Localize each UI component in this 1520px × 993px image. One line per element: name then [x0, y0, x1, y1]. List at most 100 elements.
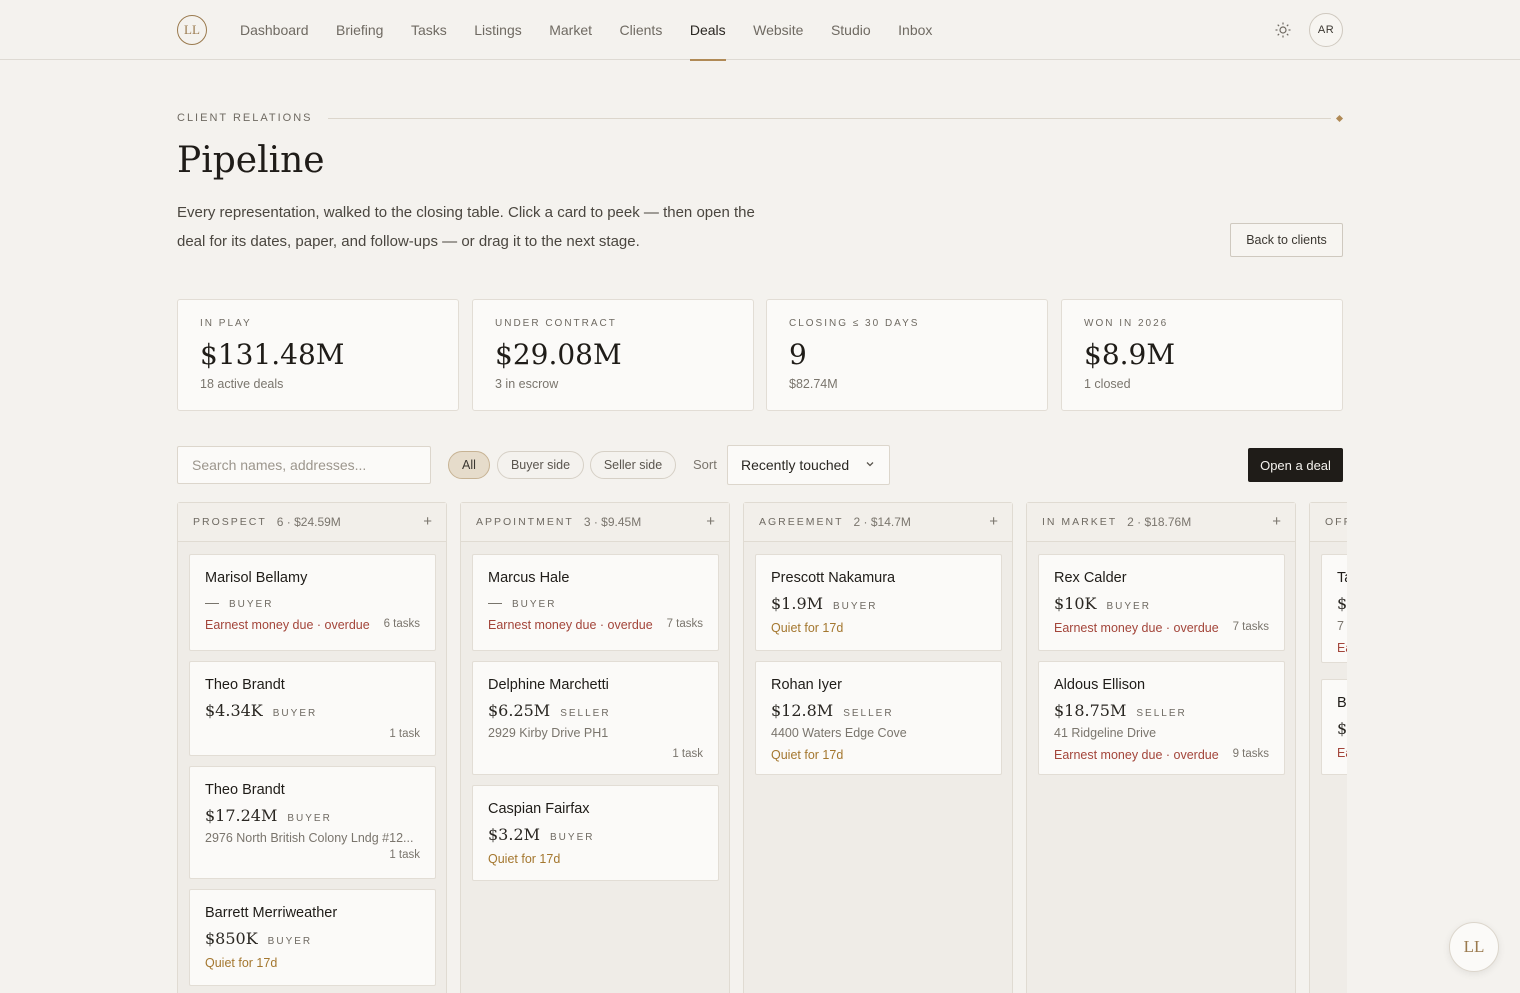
nav-item-dashboard[interactable]: Dashboard [240, 0, 309, 60]
nav-item-listings[interactable]: Listings [474, 0, 521, 60]
eyebrow-divider [328, 118, 1331, 119]
kpi-subtext: 1 closed [1084, 377, 1131, 391]
filter-chip-buyer-side[interactable]: Buyer side [497, 451, 584, 479]
deal-card[interactable]: Theo Brandt $4.34K BUYER 1 task [189, 661, 436, 756]
page-title: Pipeline [177, 140, 325, 181]
sun-icon[interactable] [1272, 19, 1294, 41]
sort-label: Sort [693, 457, 717, 472]
card-alert: Ea [1337, 746, 1347, 760]
nav-item-clients[interactable]: Clients [620, 0, 663, 60]
card-client-name: Rohan Iyer [771, 677, 842, 693]
card-task-count: 9 tasks [1232, 748, 1269, 760]
filter-chip-all[interactable]: All [448, 451, 490, 479]
back-to-clients-button[interactable]: Back to clients [1230, 223, 1343, 257]
column-name: OFF [1325, 516, 1347, 528]
card-client-name: Prescott Nakamura [771, 570, 896, 586]
card-task-count: 1 task [672, 748, 703, 760]
add-card-button[interactable]: + [706, 514, 715, 530]
card-side: BUYER [1106, 601, 1151, 612]
sort-select[interactable]: Recently touched [727, 445, 890, 485]
nav-item-inbox[interactable]: Inbox [898, 0, 932, 60]
card-alert: Ea [1337, 641, 1347, 655]
nav-item-website[interactable]: Website [753, 0, 803, 60]
brand-logo-text: LL [184, 22, 200, 37]
card-address: 2976 North British Colony Lndg #12... [205, 831, 414, 845]
pipeline-board: PROSPECT 6 · $24.59M + Marisol Bellamy —… [177, 502, 1347, 993]
card-side: BUYER [272, 708, 318, 719]
column-header: APPOINTMENT 3 · $9.45M + [461, 503, 729, 542]
nav-item-deals[interactable]: Deals [689, 0, 726, 61]
card-price: $850K [205, 929, 258, 948]
card-price: — [205, 594, 219, 610]
card-price: $4.34K [205, 701, 263, 720]
kpi-label: UNDER CONTRACT [495, 318, 617, 329]
card-address: 2929 Kirby Drive PH1 [488, 726, 609, 740]
open-deal-button[interactable]: Open a deal [1248, 448, 1343, 482]
kpi-label: IN PLAY [200, 318, 252, 329]
column-agreement: AGREEMENT 2 · $14.7M + Prescott Nakamura… [743, 502, 1013, 993]
deal-card[interactable]: Barrett Merriweather $850K BUYER Quiet fo… [189, 889, 436, 986]
column-name: AGREEMENT [759, 516, 844, 528]
column-header: PROSPECT 6 · $24.59M + [178, 503, 446, 542]
kpi-card-closing-soon: CLOSING ≤ 30 DAYS 9 $82.74M [766, 299, 1048, 411]
assistant-launcher-button[interactable]: LL [1449, 922, 1499, 972]
add-card-button[interactable]: + [423, 514, 432, 530]
diamond-icon [1335, 114, 1344, 123]
card-client-name: Caspian Fairfax [488, 801, 590, 817]
deal-card[interactable]: Ba $5 Ea [1321, 679, 1347, 775]
add-card-button[interactable]: + [989, 514, 998, 530]
card-price: $5 [1337, 719, 1347, 738]
card-price: $17.24M [205, 806, 278, 825]
main-nav: Dashboard Briefing Tasks Listings Market… [240, 0, 960, 61]
kpi-label: CLOSING ≤ 30 DAYS [789, 318, 920, 329]
card-client-name: Aldous Ellison [1054, 677, 1146, 693]
card-client-name: Theo Brandt [205, 677, 285, 693]
card-address: 41 Ridgeline Drive [1054, 726, 1157, 740]
card-quiet-status: Quiet for 17d [205, 956, 278, 970]
card-side: BUYER [512, 599, 557, 610]
column-in-market: IN MARKET 2 · $18.76M + Rex Calder $10K B… [1026, 502, 1296, 993]
card-task-count: 1 task [389, 728, 420, 740]
deal-card[interactable]: Rohan Iyer $12.8M SELLER 4400 Waters Edge… [755, 661, 1002, 775]
card-side: BUYER [267, 936, 313, 947]
column-meta: 6 · $24.59M [276, 515, 341, 529]
filter-chip-seller-side[interactable]: Seller side [590, 451, 676, 479]
column-name: IN MARKET [1042, 516, 1118, 528]
deal-card[interactable]: Aldous Ellison $18.75M SELLER 41 Ridgelin… [1038, 661, 1285, 775]
card-client-name: Marcus Hale [488, 570, 570, 586]
card-side: BUYER [550, 832, 595, 843]
deal-card[interactable]: Caspian Fairfax $3.2M BUYER Quiet for 17d [472, 785, 719, 881]
nav-item-market[interactable]: Market [549, 0, 592, 60]
deal-card[interactable]: Marisol Bellamy — BUYER Earnest money due… [189, 554, 436, 651]
deal-card[interactable]: Ta $2 7 Ea [1321, 554, 1347, 663]
add-card-button[interactable]: + [1272, 514, 1281, 530]
card-client-name: Ta [1337, 570, 1347, 586]
column-offer: OFF Ta $2 7 Ea Ba $5 Ea [1309, 502, 1347, 993]
deal-card[interactable]: Rex Calder $10K BUYER Earnest money due ·… [1038, 554, 1285, 651]
column-meta: 2 · $14.7M [853, 515, 911, 529]
kpi-card-under-contract: UNDER CONTRACT $29.08M 3 in escrow [472, 299, 754, 411]
nav-item-tasks[interactable]: Tasks [411, 0, 447, 60]
card-side: SELLER [1136, 708, 1187, 719]
nav-item-studio[interactable]: Studio [831, 0, 871, 60]
card-alert: Earnest money due · overdue [1054, 748, 1219, 762]
card-side: BUYER [287, 813, 332, 824]
card-quiet-status: Quiet for 17d [488, 852, 561, 866]
user-avatar[interactable]: AR [1309, 13, 1343, 47]
card-alert: Earnest money due · overdue [1054, 621, 1219, 635]
column-name: PROSPECT [193, 516, 267, 528]
deal-card[interactable]: Marcus Hale — BUYER Earnest money due · o… [472, 554, 719, 651]
column-header: AGREEMENT 2 · $14.7M + [744, 503, 1012, 542]
card-price: $18.75M [1054, 701, 1127, 720]
card-side: BUYER [229, 599, 274, 610]
nav-item-briefing[interactable]: Briefing [336, 0, 383, 60]
card-address: 7 [1337, 619, 1344, 633]
kpi-label: WON IN 2026 [1084, 318, 1169, 329]
brand-logo[interactable]: LL [177, 15, 207, 45]
search-input[interactable] [177, 446, 431, 484]
kpi-card-won: WON IN 2026 $8.9M 1 closed [1061, 299, 1343, 411]
deal-card[interactable]: Theo Brandt $17.24M BUYER 2976 North Brit… [189, 766, 436, 879]
card-price: $6.25M [488, 701, 551, 720]
deal-card[interactable]: Delphine Marchetti $6.25M SELLER 2929 Kir… [472, 661, 719, 775]
deal-card[interactable]: Prescott Nakamura $1.9M BUYER Quiet for 1… [755, 554, 1002, 651]
